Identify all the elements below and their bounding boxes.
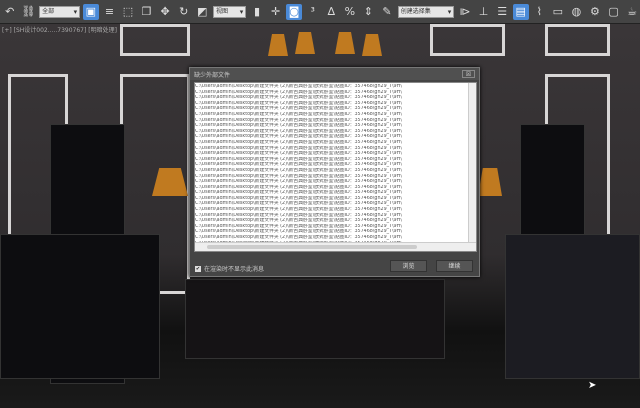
render-frame-icon[interactable]: ▢	[606, 4, 622, 20]
rotate-icon[interactable]: ↻	[176, 4, 192, 20]
manipulate-icon[interactable]: ✛	[268, 4, 284, 20]
pivot-icon[interactable]: ▮	[249, 4, 265, 20]
table-lamp	[478, 168, 502, 196]
schematic-icon[interactable]: ▭	[550, 4, 566, 20]
viewport-label[interactable]: [+] [SH设计002.....7390767] [明暗处理]	[2, 25, 117, 34]
chandelier-shade	[295, 32, 315, 54]
checkbox-check-icon[interactable]: ✔	[195, 265, 201, 272]
dont-show-checkbox[interactable]: ✔ 在渲染时不显示此消息	[195, 264, 264, 273]
scale-icon[interactable]: ◩	[194, 4, 210, 20]
percent-snap-icon[interactable]: %	[342, 4, 358, 20]
rect-selection-icon[interactable]: ⬚	[120, 4, 136, 20]
mouse-cursor-icon: ➤	[588, 380, 597, 391]
wall-panel	[120, 24, 190, 56]
angle-snap-icon[interactable]: ∆	[323, 4, 339, 20]
checkbox-label: 在渲染时不显示此消息	[204, 266, 265, 273]
edit-named-selection-icon[interactable]: ✎	[379, 4, 395, 20]
selection-filter-dropdown[interactable]: 全部	[39, 5, 81, 18]
keyboard-shortcut-icon[interactable]: ◙	[286, 3, 302, 20]
named-selection-dropdown[interactable]: 创建选择集	[397, 5, 455, 18]
snap-icon[interactable]: ³	[305, 4, 321, 20]
curve-editor-icon[interactable]: ⌇	[532, 4, 548, 20]
link-icon[interactable]: ⛓	[21, 4, 37, 20]
dialog-title: 缺少外部文件	[190, 68, 479, 80]
material-editor-icon[interactable]: ◍	[569, 4, 585, 20]
layer-icon[interactable]: ☰	[494, 4, 510, 20]
continue-button[interactable]: 继续	[436, 260, 473, 272]
coffee-table	[185, 279, 445, 359]
chandelier-shade	[362, 34, 382, 56]
missing-files-list[interactable]: C:\Users\admin\Desktop\新建文件夹 (2)\新古典卧室\欧…	[194, 82, 477, 252]
armchair	[0, 234, 160, 379]
wall-panel	[545, 24, 610, 56]
sofa	[505, 234, 640, 379]
chandelier-shade	[335, 32, 355, 54]
browse-button[interactable]: 浏览	[390, 260, 427, 272]
mirror-icon[interactable]: ⧐	[457, 4, 473, 20]
ref-coord-dropdown[interactable]: 视图	[213, 5, 247, 18]
chandelier-shade	[268, 34, 288, 56]
main-toolbar: ↶ ⛓ 全部 ▣ ≡ ⬚ ❐ ✥ ↻ ◩ 视图 ▮ ✛ ◙ ³ ∆ % ⇕ ✎ …	[0, 0, 640, 24]
close-button[interactable]: ☒	[462, 70, 475, 78]
missing-files-dialog: 缺少外部文件 ☒ C:\Users\admin\Desktop\新建文件夹 (2…	[189, 67, 480, 277]
scene-explorer-icon[interactable]: ▤	[512, 3, 529, 20]
spinner-snap-icon[interactable]: ⇕	[361, 4, 377, 20]
select-by-name-icon[interactable]: ≡	[102, 4, 118, 20]
window-crossing-icon[interactable]: ❐	[139, 4, 155, 20]
wall-panel	[430, 24, 505, 56]
undo-icon[interactable]: ↶	[2, 4, 18, 20]
scrollbar-thumb[interactable]	[207, 245, 417, 249]
horizontal-scrollbar[interactable]	[195, 242, 476, 251]
render-teapot-icon[interactable]: ☕	[624, 4, 640, 20]
select-object-icon[interactable]: ▣	[83, 3, 99, 20]
align-icon[interactable]: ⊥	[476, 4, 492, 20]
vertical-scrollbar[interactable]	[468, 83, 476, 243]
render-setup-icon[interactable]: ⚙	[587, 4, 603, 20]
move-icon[interactable]: ✥	[157, 4, 173, 20]
